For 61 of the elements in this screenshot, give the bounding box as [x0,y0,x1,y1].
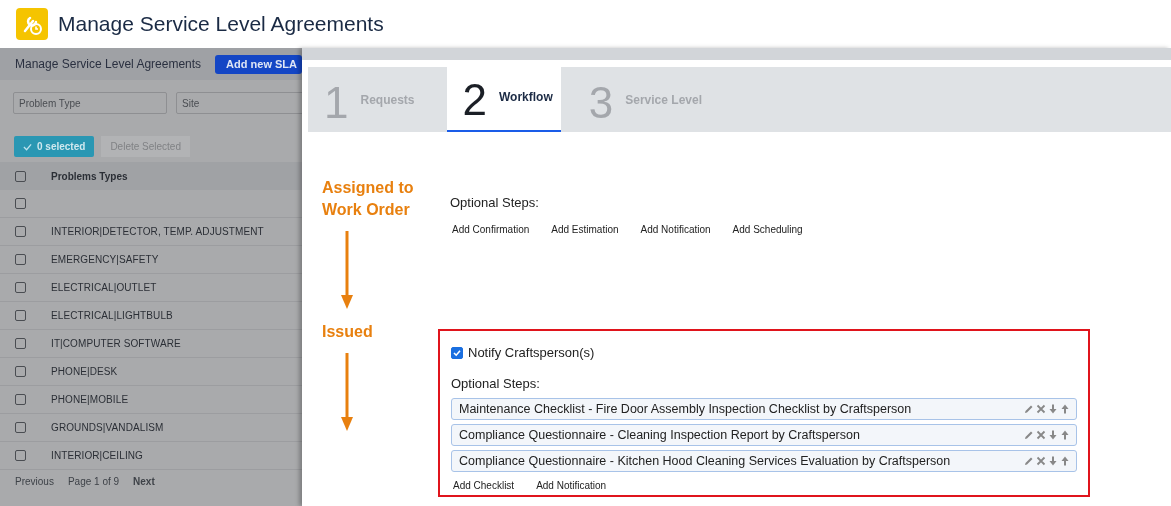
up-arrow-icon[interactable] [1060,456,1070,466]
down-arrow-icon[interactable] [1048,456,1058,466]
checkbox[interactable] [15,170,26,182]
edit-icon[interactable] [1024,456,1034,466]
down-arrow-icon [339,353,355,433]
add-step-link[interactable]: Add Notification [640,224,711,235]
down-arrow-icon [339,231,355,311]
next-link[interactable]: Next [133,476,155,487]
step-text: Compliance Questionnaire - Cleaning Inspection Report by Craftsperson [459,428,860,442]
edit-icon[interactable] [1024,430,1034,440]
checkbox[interactable] [15,254,26,265]
checkbox[interactable] [15,198,26,209]
up-arrow-icon[interactable] [1060,404,1070,414]
optional-steps-label: Optional Steps: [450,195,540,210]
check-icon [23,142,32,151]
edit-icon[interactable] [1024,404,1034,414]
table-cell: IT|COMPUTER SOFTWARE [51,338,181,349]
table-cell: INTERIOR|DETECTOR, TEMP. ADJUSTMENT [51,226,264,237]
close-icon[interactable] [1036,456,1046,466]
table-cell: PHONE|MOBILE [51,394,129,405]
checkbox[interactable] [451,346,463,359]
checkbox[interactable] [15,394,26,405]
checkbox-label: Notify Craftsperson(s) [468,345,595,360]
up-arrow-icon[interactable] [1060,430,1070,440]
add-step-link[interactable]: Add Notification [536,480,607,491]
add-sla-button[interactable]: Add new SLA [215,54,302,74]
filter-field[interactable]: Site [176,92,302,114]
checkbox[interactable] [15,310,26,321]
close-icon[interactable] [1036,430,1046,440]
table-cell: PHONE|DESK [51,366,118,377]
checkbox[interactable] [15,422,26,433]
table-cell: INTERIOR|CEILING [51,450,143,461]
stage-title: Issued [322,322,374,342]
add-step-link[interactable]: Add Estimation [551,224,619,235]
add-step-link[interactable]: Add Checklist [453,480,515,491]
stage-title: Assigned to Work Order [322,178,415,220]
wizard-step-tab[interactable]: 2 Workflow [446,67,561,132]
checkbox[interactable] [15,450,26,461]
column-header: Problems Types [51,170,128,182]
step-text: Maintenance Checklist - Fire Door Assembly Inspection Checklist by Craftsperson [459,402,912,416]
checkbox[interactable] [15,338,26,349]
page-title: Manage Service Level Agreements [58,12,384,36]
close-icon[interactable] [1036,404,1046,414]
step-text: Compliance Questionnaire - Kitchen Hood Cleaning Services Evaluation by Craftsperson [459,454,951,468]
table-cell: GROUNDS|VANDALISM [51,422,164,433]
table-cell: EMERGENCY|SAFETY [51,254,159,265]
wrench-clock-icon [16,8,48,40]
panel-title: Manage Service Level Agreements [15,57,202,71]
down-arrow-icon[interactable] [1048,430,1058,440]
down-arrow-icon[interactable] [1048,404,1058,414]
table-cell: ELECTRICAL|OUTLET [51,282,157,293]
page-indicator: Page 1 of 9 [67,476,120,487]
checkbox[interactable] [15,366,26,377]
checkbox[interactable] [15,282,26,293]
filter-field[interactable]: Problem Type [13,92,167,114]
table-cell: ELECTRICAL|LIGHTBULB [51,310,173,321]
previous-link[interactable]: Previous [15,476,54,487]
checkbox[interactable] [15,226,26,237]
add-step-link[interactable]: Add Confirmation [452,224,530,235]
optional-steps-label: Optional Steps: [451,376,541,391]
add-step-link[interactable]: Add Scheduling [732,224,803,235]
